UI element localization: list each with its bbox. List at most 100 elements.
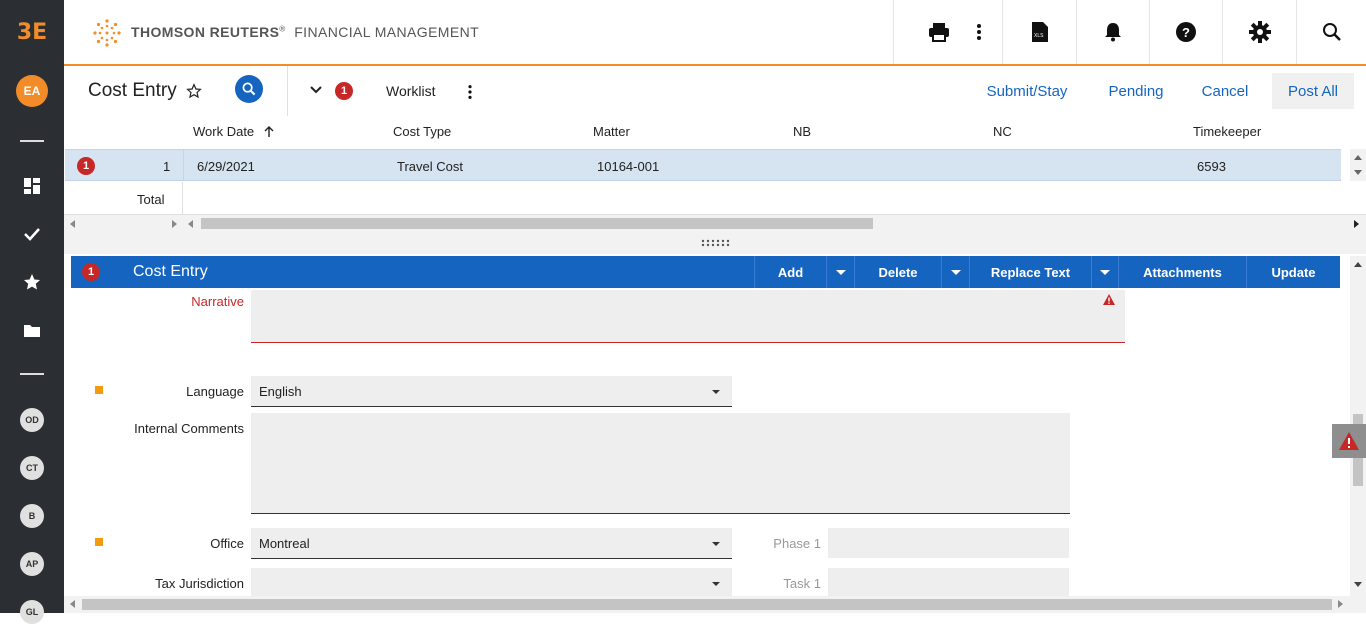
recent-ap[interactable]: AP: [20, 552, 44, 576]
warning-icon: [1339, 432, 1359, 450]
form-horizontal-scrollbar[interactable]: [64, 596, 1366, 613]
update-button[interactable]: Update: [1246, 256, 1340, 288]
scroll-up-icon[interactable]: [1354, 155, 1362, 160]
pending-button[interactable]: Pending: [1098, 74, 1174, 108]
replace-text-dropdown-button[interactable]: [1091, 256, 1118, 288]
form-error-badge: 1: [82, 263, 100, 281]
add-button[interactable]: Add: [754, 256, 826, 288]
star-icon[interactable]: [22, 272, 42, 292]
column-header-work-date[interactable]: Work Date: [193, 124, 274, 139]
column-header-label: Work Date: [193, 124, 255, 139]
language-label: Language: [186, 384, 244, 399]
cell-matter: 10164-001: [597, 159, 660, 174]
task-field[interactable]: [828, 568, 1069, 596]
worklist-button[interactable]: Worklist: [386, 83, 436, 99]
brand-bold: THOMSON REUTERS: [131, 24, 280, 40]
scroll-down-icon[interactable]: [1354, 582, 1362, 587]
more-options-button[interactable]: [964, 0, 994, 64]
check-icon[interactable]: [22, 224, 42, 244]
column-header-matter[interactable]: Matter: [593, 124, 630, 139]
print-icon: [928, 23, 949, 42]
task-label: Task 1: [783, 576, 821, 591]
grid-vertical-scrollbar[interactable]: [1350, 149, 1366, 181]
recent-ct[interactable]: CT: [20, 456, 44, 480]
replace-text-button[interactable]: Replace Text: [969, 256, 1091, 288]
export-xls-button[interactable]: XLS: [1002, 0, 1076, 64]
internal-comments-field[interactable]: [251, 413, 1070, 514]
column-header-cost-type[interactable]: Cost Type: [393, 124, 451, 139]
narrative-label: Narrative: [191, 294, 244, 309]
app-logo[interactable]: 3E: [0, 0, 64, 64]
language-value: English: [259, 384, 302, 399]
scroll-right-icon[interactable]: [172, 220, 177, 228]
scrollbar-thumb[interactable]: [82, 599, 1332, 610]
total-label: Total: [137, 192, 165, 207]
narrative-field[interactable]: [251, 290, 1125, 343]
row-error-badge: 1: [77, 157, 95, 175]
scroll-left-icon[interactable]: [70, 600, 75, 608]
delete-button[interactable]: Delete: [854, 256, 941, 288]
gear-icon: [1248, 21, 1271, 43]
sort-ascending-icon: [264, 126, 274, 137]
xls-file-icon: XLS: [1031, 22, 1048, 42]
page-header: Cost Entry 1 Worklist Submit/Stay Pendin…: [64, 66, 1366, 116]
pane-splitter-handle[interactable]: [64, 232, 1366, 254]
phase-field[interactable]: [828, 528, 1069, 558]
chevron-down-icon: [950, 269, 961, 275]
scroll-down-icon[interactable]: [1354, 170, 1362, 175]
search-records-button[interactable]: [235, 75, 263, 103]
scrollbar-thumb[interactable]: [201, 218, 873, 229]
favorite-star-icon[interactable]: [186, 83, 202, 99]
search-button[interactable]: [1296, 0, 1366, 64]
scroll-left-icon[interactable]: [188, 220, 193, 228]
notifications-button[interactable]: [1076, 0, 1149, 64]
validation-errors-button[interactable]: [1332, 424, 1366, 458]
chevron-down-icon[interactable]: [309, 85, 323, 95]
delete-dropdown-button[interactable]: [941, 256, 969, 288]
table-row[interactable]: 1 1 6/29/2021 Travel Cost 10164-001 6593: [65, 149, 1341, 181]
svg-text:XLS: XLS: [1034, 33, 1044, 39]
recent-b[interactable]: B: [20, 504, 44, 528]
divider: [287, 66, 288, 116]
office-label: Office: [210, 536, 244, 551]
svg-text:?: ?: [1182, 25, 1190, 40]
settings-button[interactable]: [1222, 0, 1296, 64]
office-value: Montreal: [259, 536, 310, 551]
recent-od[interactable]: OD: [20, 408, 44, 432]
page-title: Cost Entry: [88, 80, 177, 101]
warning-icon: [1103, 294, 1115, 305]
cell-cost-type: Travel Cost: [397, 159, 463, 174]
more-vertical-icon[interactable]: [467, 84, 473, 100]
dropdown-caret-icon: [712, 390, 720, 394]
submit-stay-button[interactable]: Submit/Stay: [974, 74, 1080, 108]
search-icon: [242, 82, 256, 96]
help-button[interactable]: ?: [1149, 0, 1222, 64]
scroll-right-icon[interactable]: [1338, 600, 1343, 608]
menu-icon[interactable]: [20, 140, 44, 142]
bell-icon: [1105, 23, 1121, 42]
scroll-up-icon[interactable]: [1354, 262, 1362, 267]
add-dropdown-button[interactable]: [826, 256, 854, 288]
cancel-button[interactable]: Cancel: [1192, 74, 1258, 108]
more-vertical-icon: [977, 24, 981, 40]
tax-jurisdiction-label: Tax Jurisdiction: [155, 576, 244, 591]
left-sidebar: 3E EA OD CT B AP GL: [0, 0, 64, 624]
top-bar: THOMSON REUTERS® FINANCIAL MANAGEMENT XL…: [64, 0, 1366, 64]
dashboard-icon[interactable]: [22, 176, 42, 196]
column-header-nc[interactable]: NC: [993, 124, 1012, 139]
folder-icon[interactable]: [22, 320, 42, 340]
search-icon: [1322, 23, 1341, 41]
attachments-button[interactable]: Attachments: [1118, 256, 1246, 288]
scroll-right-icon[interactable]: [1354, 220, 1359, 228]
recent-gl[interactable]: GL: [20, 600, 44, 624]
column-header-nb[interactable]: NB: [793, 124, 811, 139]
column-header-timekeeper[interactable]: Timekeeper: [1193, 124, 1261, 139]
language-select[interactable]: English: [251, 376, 732, 407]
chevron-down-icon: [1100, 269, 1110, 275]
user-avatar[interactable]: EA: [16, 75, 48, 107]
divider: [182, 182, 183, 214]
row-index: 1: [163, 159, 171, 174]
grid-horizontal-scrollbar[interactable]: [64, 214, 1366, 232]
post-all-button[interactable]: Post All: [1272, 73, 1354, 109]
scroll-left-icon[interactable]: [70, 220, 75, 228]
